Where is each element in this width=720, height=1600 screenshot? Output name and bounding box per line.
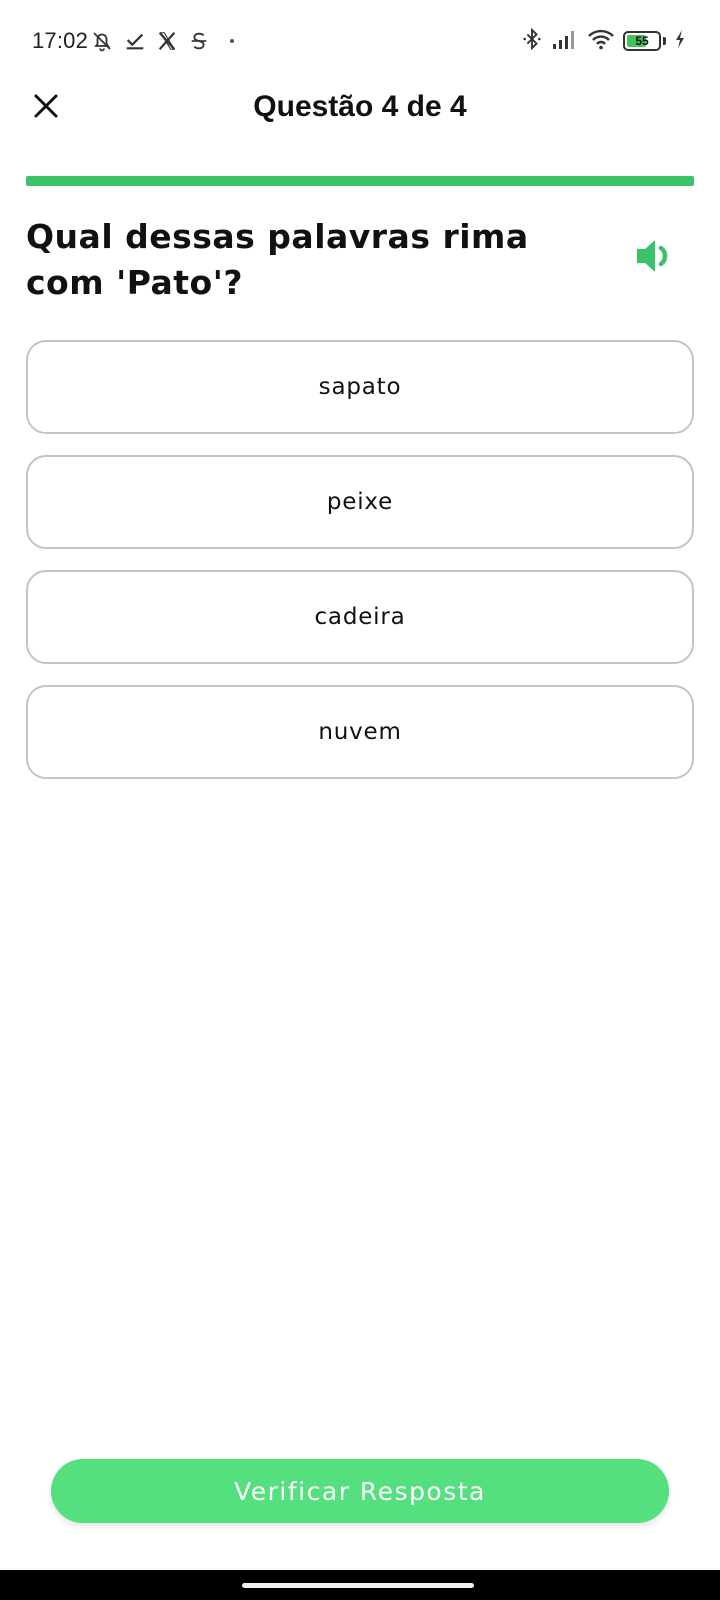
charging-bolt-icon [674,29,686,53]
verify-answer-button[interactable]: Verificar Resposta [51,1459,669,1523]
quiz-progress-fill [26,176,694,186]
speaker-icon [635,236,677,280]
check-icon [124,30,146,52]
navigation-bar [0,1570,720,1600]
battery-icon: 55 [623,31,661,51]
status-system-icons: 55 [521,27,686,55]
page-title: Questão 4 de 4 [253,90,467,123]
home-indicator[interactable] [242,1583,474,1588]
answer-options: sapato peixe cadeira nuvem [26,340,694,800]
dot-icon [230,39,234,43]
quiz-screen: 17:02 55 Questão 4 de 4 Qual dessas pala… [0,0,720,1600]
status-notification-icons [90,28,234,54]
bell-off-icon [90,29,114,53]
battery-level: 55 [635,34,649,48]
question-text: Qual dessas palavras rima com 'Pato'? [26,217,529,302]
x-logo-icon [156,30,178,52]
quiz-header: Questão 4 de 4 [0,84,720,170]
play-audio-button[interactable] [634,236,678,280]
signal-icon [551,28,579,54]
bluetooth-icon [521,27,543,55]
quiz-progress-bar [26,176,694,186]
answer-option[interactable]: sapato [26,340,694,434]
answer-option[interactable]: nuvem [26,685,694,779]
answer-option[interactable]: cadeira [26,570,694,664]
wifi-icon [587,28,615,54]
status-bar: 17:02 55 [0,0,720,84]
status-time: 17:02 [32,28,89,53]
strikethrough-s-icon [188,30,210,52]
answer-option[interactable]: peixe [26,455,694,549]
